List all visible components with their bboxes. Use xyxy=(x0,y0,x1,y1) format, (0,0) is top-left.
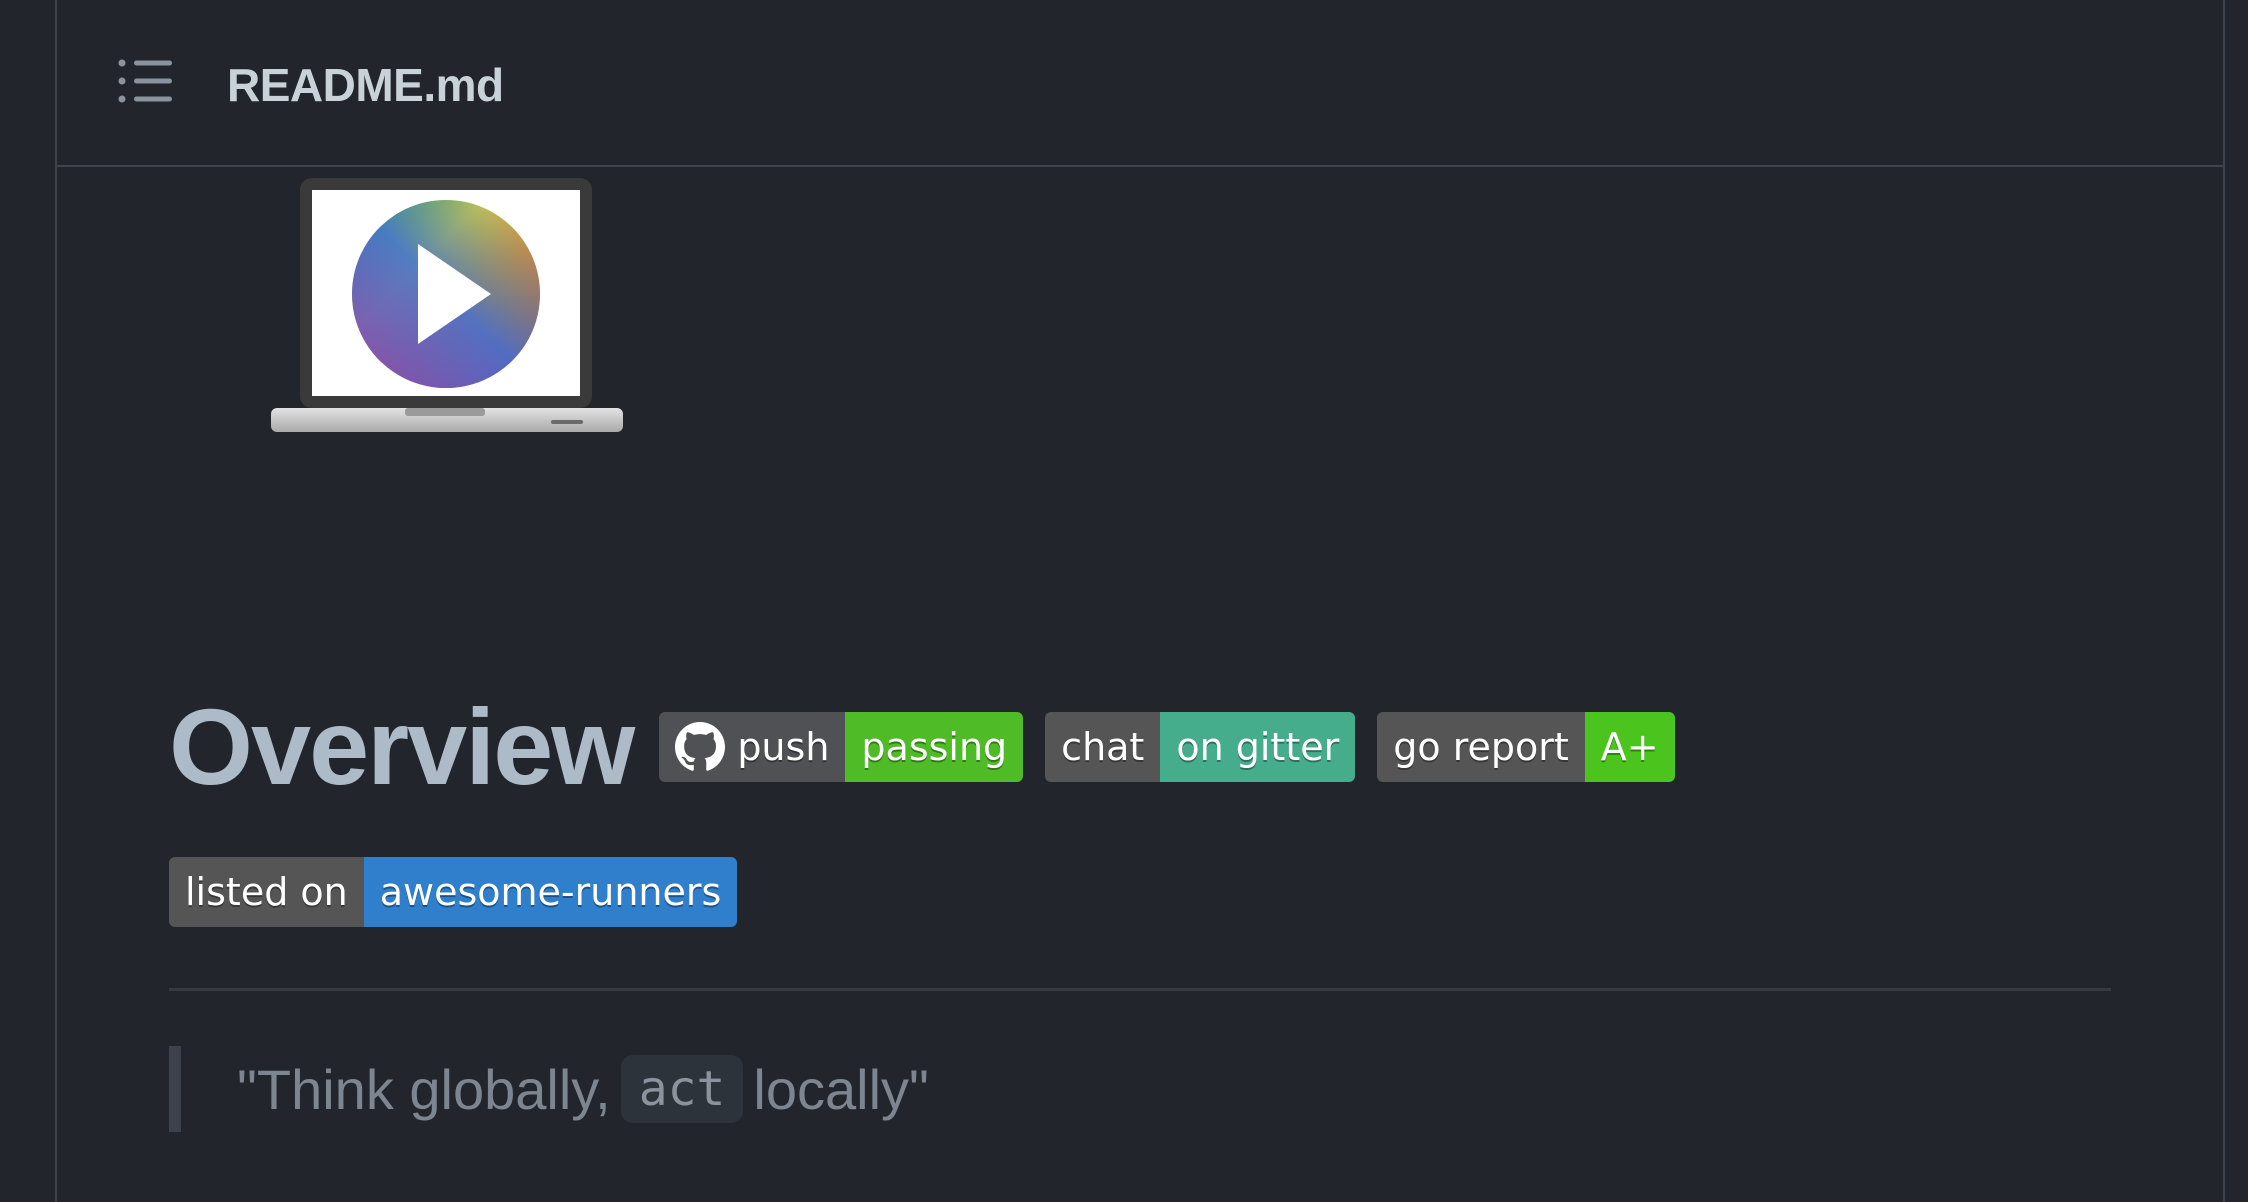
gitter-chat-badge[interactable]: chat on gitter xyxy=(1045,712,1356,782)
push-status-badge[interactable]: push passing xyxy=(659,712,1024,782)
github-icon xyxy=(675,722,726,771)
hero-logo-image xyxy=(271,178,623,432)
overview-heading-row: Overview push passing chat on gitter go … xyxy=(169,692,1697,802)
awesome-runners-badge[interactable]: listed on awesome-runners xyxy=(169,857,738,927)
overview-heading: Overview xyxy=(169,686,635,807)
quote-text-start: "Think globally, xyxy=(237,1057,611,1121)
inline-code-act: act xyxy=(620,1055,744,1123)
badge-value: awesome-runners xyxy=(363,857,738,927)
badge-value: passing xyxy=(845,712,1024,782)
badge-left-text: push xyxy=(737,725,830,769)
badge-label: chat xyxy=(1045,712,1161,782)
badge-value: A+ xyxy=(1584,712,1675,782)
file-title: README.md xyxy=(227,59,504,111)
badge-label: go report xyxy=(1377,712,1585,782)
badge-value: on gitter xyxy=(1160,712,1356,782)
badge-label: push xyxy=(659,712,846,782)
readme-panel: README.md Overview push passing chat on … xyxy=(55,0,2225,1202)
go-report-badge[interactable]: go report A+ xyxy=(1377,712,1675,782)
file-header: README.md xyxy=(57,0,2223,167)
quote-text-end: locally" xyxy=(753,1057,929,1121)
motto-blockquote: "Think globally, act locally" xyxy=(169,1046,929,1132)
horizontal-rule xyxy=(169,988,2111,991)
badge-label: listed on xyxy=(169,857,364,927)
list-unordered-icon[interactable] xyxy=(118,57,174,105)
